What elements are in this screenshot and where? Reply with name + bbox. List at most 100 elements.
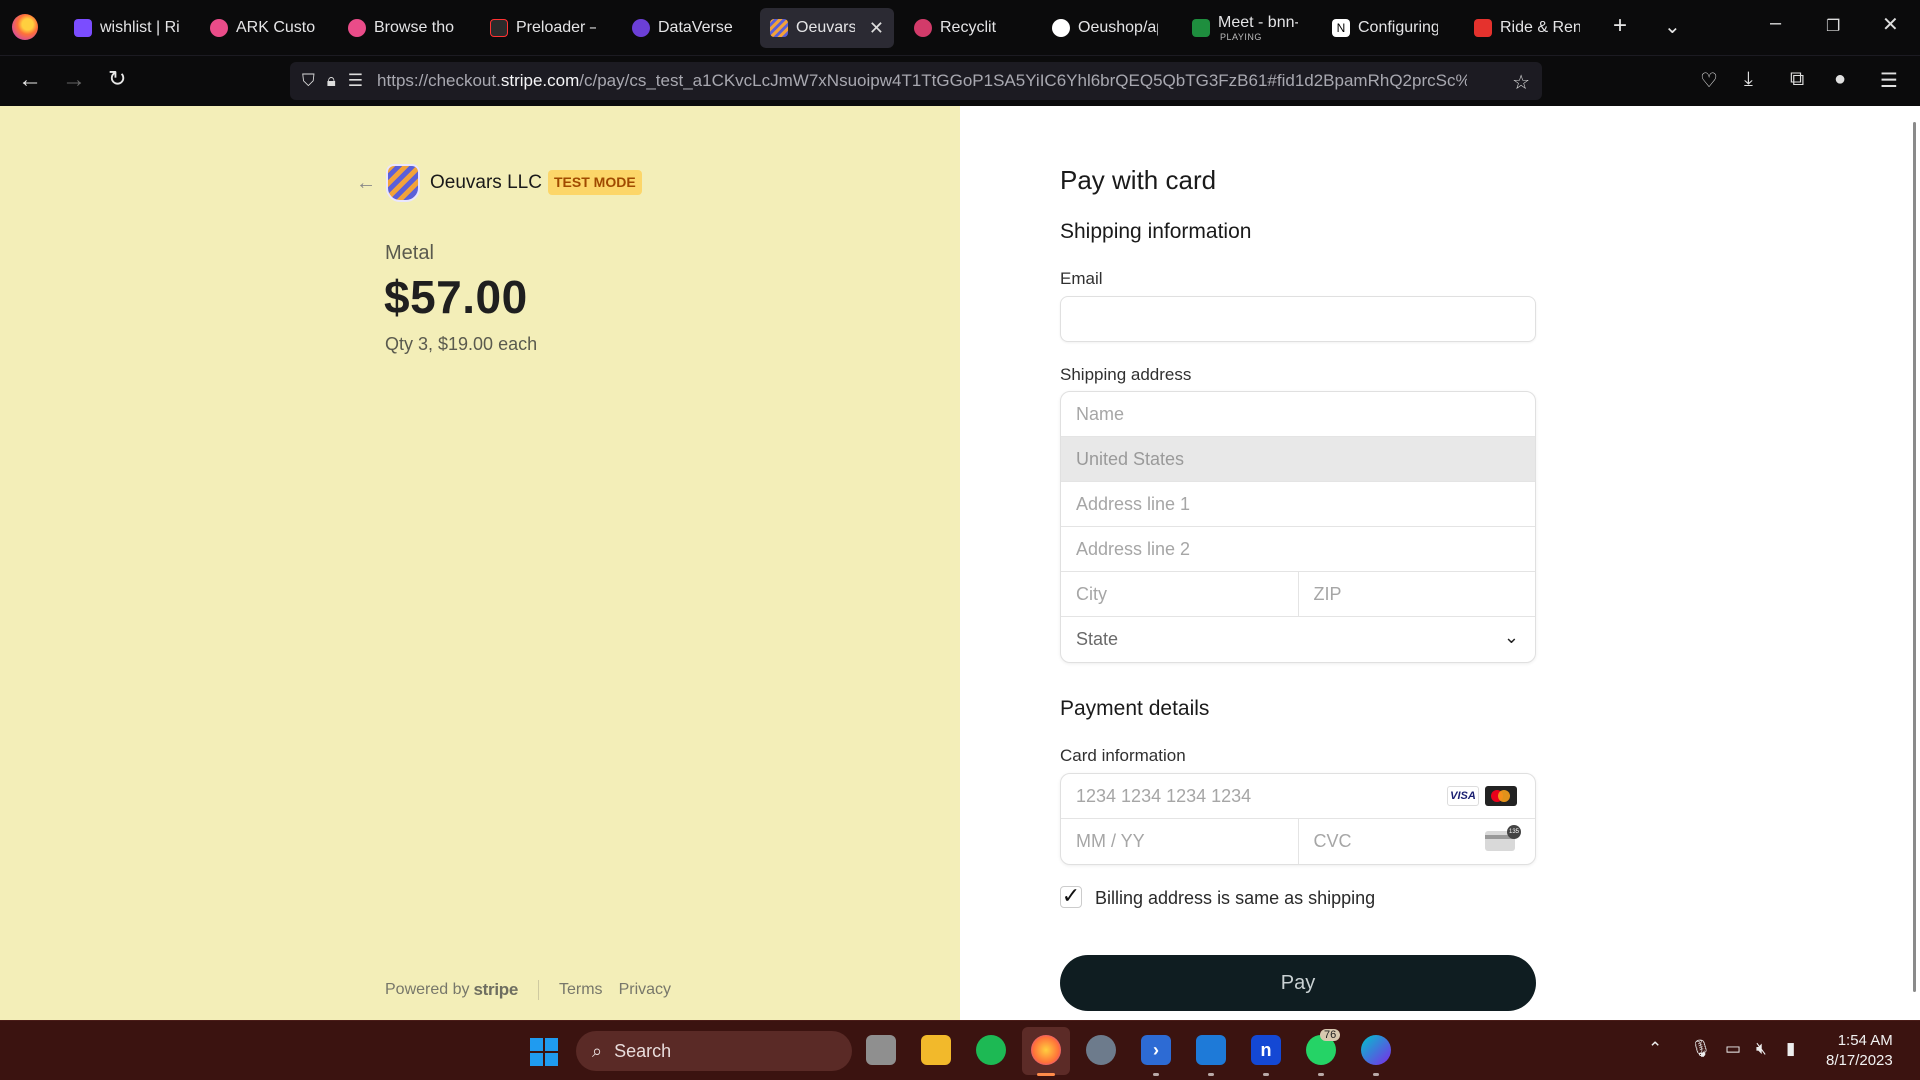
reload-icon[interactable]: ↻ xyxy=(108,66,126,92)
powershell-icon[interactable]: › xyxy=(1141,1035,1171,1065)
page-scrollbar[interactable] xyxy=(1913,122,1916,992)
google-meet-icon xyxy=(1192,19,1210,37)
browser-tab-strip: wishlist | Ride ARK Custom Browse thou P… xyxy=(0,0,1920,55)
firefox-logo-icon[interactable] xyxy=(12,14,38,40)
browser-nav-bar: ← → ↻ ⛉ 🔒︎ ☰ https://checkout.stripe.com… xyxy=(0,55,1920,106)
address-line-1-field[interactable]: Address line 1 xyxy=(1061,482,1535,526)
clock-date: 8/17/2023 xyxy=(1826,1052,1893,1069)
pay-button[interactable]: Pay xyxy=(1060,955,1536,1011)
running-indicator xyxy=(1153,1073,1159,1076)
pocket-icon[interactable]: ♡ xyxy=(1700,68,1718,93)
tab-recyclit[interactable]: Recyclit xyxy=(904,8,1030,48)
minimize-icon[interactable]: – xyxy=(1770,12,1781,35)
tab-meet[interactable]: Meet - bnn-p PLAYING xyxy=(1182,8,1308,48)
state-select-value[interactable]: State xyxy=(1061,617,1535,662)
back-icon[interactable]: ← xyxy=(18,66,42,94)
spotify-icon[interactable] xyxy=(976,1035,1006,1065)
checkout-footer: Powered by stripe Terms Privacy xyxy=(385,980,687,1000)
powered-by-text: Powered by xyxy=(385,981,470,998)
downloads-icon[interactable]: ⤓ xyxy=(1744,68,1753,91)
extensions-icon[interactable]: ⧉ xyxy=(1790,68,1804,91)
tab-favicon-icon xyxy=(74,19,92,37)
windows-taskbar: ⌕ Search › n 76 ⌃ 🎙︎ ▭ 🔇︎ ▮ 1:54 AM 8/17… xyxy=(0,1020,1920,1080)
tab-wishlist[interactable]: wishlist | Ride xyxy=(64,8,190,48)
pay-with-card-title: Pay with card xyxy=(1060,165,1217,195)
expiry-field[interactable]: MM / YY xyxy=(1061,819,1298,864)
address-bar[interactable]: ⛉ 🔒︎ ☰ https://checkout.stripe.com/c/pay… xyxy=(290,62,1542,100)
tab-oeuvars-active[interactable]: Oeuvars LL ✕ xyxy=(760,8,894,48)
battery-icon[interactable]: ▮ xyxy=(1786,1039,1795,1059)
shield-icon[interactable]: ⛉ xyxy=(302,71,315,91)
taskbar-clock[interactable]: 1:54 AM 8/17/2023 xyxy=(1826,1031,1893,1071)
tab-ark-custom[interactable]: ARK Custom xyxy=(200,8,326,48)
recyclit-icon xyxy=(914,19,932,37)
close-window-icon[interactable]: ✕ xyxy=(1882,12,1899,37)
stripe-logo[interactable]: stripe xyxy=(474,980,519,1000)
cvc-card-icon xyxy=(1485,825,1521,851)
test-mode-badge: TEST MODE xyxy=(548,170,642,195)
microphone-icon[interactable]: 🎙︎ xyxy=(1690,1039,1712,1059)
email-field[interactable] xyxy=(1060,296,1536,342)
oeuvars-favicon-icon xyxy=(770,19,788,37)
canva-icon[interactable] xyxy=(1361,1035,1391,1065)
footer-divider xyxy=(538,980,539,1000)
tab-github[interactable]: Oeushop/ap xyxy=(1042,8,1168,48)
task-view-icon[interactable] xyxy=(866,1035,896,1065)
running-indicator-active xyxy=(1037,1073,1055,1076)
dataverse-icon xyxy=(632,19,650,37)
restore-icon[interactable]: ❐ xyxy=(1826,16,1840,36)
back-to-merchant-icon[interactable]: ← xyxy=(356,172,376,195)
lock-icon[interactable]: 🔒︎ xyxy=(327,71,336,91)
zip-field[interactable]: ZIP xyxy=(1297,572,1536,616)
taskbar-search[interactable]: ⌕ Search xyxy=(576,1031,852,1071)
card-information-label: Card information xyxy=(1060,746,1186,765)
notion-icon: N xyxy=(1332,19,1350,37)
tab-preloader[interactable]: Preloader – F xyxy=(480,8,606,48)
product-price: $57.00 xyxy=(384,271,528,323)
billing-same-label[interactable]: Billing address is same as shipping xyxy=(1095,888,1375,909)
settings-gear-icon[interactable] xyxy=(1086,1035,1116,1065)
city-field[interactable]: City xyxy=(1061,572,1298,616)
network-icon[interactable]: ▭ xyxy=(1725,1039,1741,1059)
volume-muted-icon[interactable]: 🔇︎ xyxy=(1756,1039,1767,1059)
new-tab-button[interactable]: + xyxy=(1613,12,1627,40)
framer-icon xyxy=(490,19,508,37)
notion-app-icon[interactable]: n xyxy=(1251,1035,1281,1065)
taskbar-search-label: Search xyxy=(614,1040,672,1061)
dribbble-icon xyxy=(348,19,366,37)
close-tab-icon[interactable]: ✕ xyxy=(869,18,884,39)
visa-icon: VISA xyxy=(1447,786,1479,806)
billing-same-checkbox[interactable]: ✓ xyxy=(1060,885,1082,908)
forward-icon[interactable]: → xyxy=(62,66,86,94)
file-explorer-icon[interactable] xyxy=(921,1035,951,1065)
product-quantity: Qty 3, $19.00 each xyxy=(385,334,538,354)
firefox-taskbar-icon[interactable] xyxy=(1031,1035,1061,1065)
menu-icon[interactable]: ☰ xyxy=(1880,68,1898,93)
dribbble-icon xyxy=(210,19,228,37)
permissions-icon[interactable]: ☰ xyxy=(348,71,363,91)
shipping-address-label: Shipping address xyxy=(1060,365,1192,384)
vscode-icon[interactable] xyxy=(1196,1035,1226,1065)
tab-dataverse[interactable]: DataVerse xyxy=(622,8,748,48)
state-select[interactable]: State ⌄ xyxy=(1061,617,1535,662)
chevron-up-icon[interactable]: ⌃ xyxy=(1648,1039,1662,1059)
chevron-down-icon: ⌄ xyxy=(1503,627,1519,647)
country-select[interactable]: United States xyxy=(1061,437,1535,481)
terms-link[interactable]: Terms xyxy=(559,981,603,999)
list-all-tabs-icon[interactable]: ⌄ xyxy=(1664,14,1681,39)
merchant-name: Oeuvars LLC xyxy=(430,172,542,193)
tab-notion[interactable]: N Configuring xyxy=(1322,8,1448,48)
name-field[interactable]: Name xyxy=(1061,392,1535,436)
ride-rent-icon xyxy=(1474,19,1492,37)
tab-ride-rent[interactable]: Ride & Rent xyxy=(1464,8,1590,48)
bookmark-star-icon[interactable]: ☆ xyxy=(1512,70,1530,95)
extension-bug-icon[interactable]: ● xyxy=(1834,68,1846,91)
tab-browse[interactable]: Browse thou xyxy=(338,8,464,48)
running-indicator xyxy=(1373,1073,1379,1076)
windows-start-icon[interactable] xyxy=(530,1038,558,1066)
shipping-address-group: Name United States Address line 1 Addres… xyxy=(1060,391,1536,663)
address-line-2-field[interactable]: Address line 2 xyxy=(1061,527,1535,571)
privacy-link[interactable]: Privacy xyxy=(619,981,671,999)
shipping-info-title: Shipping information xyxy=(1060,220,1252,243)
url-text[interactable]: https://checkout.stripe.com/c/pay/cs_tes… xyxy=(377,71,1467,91)
